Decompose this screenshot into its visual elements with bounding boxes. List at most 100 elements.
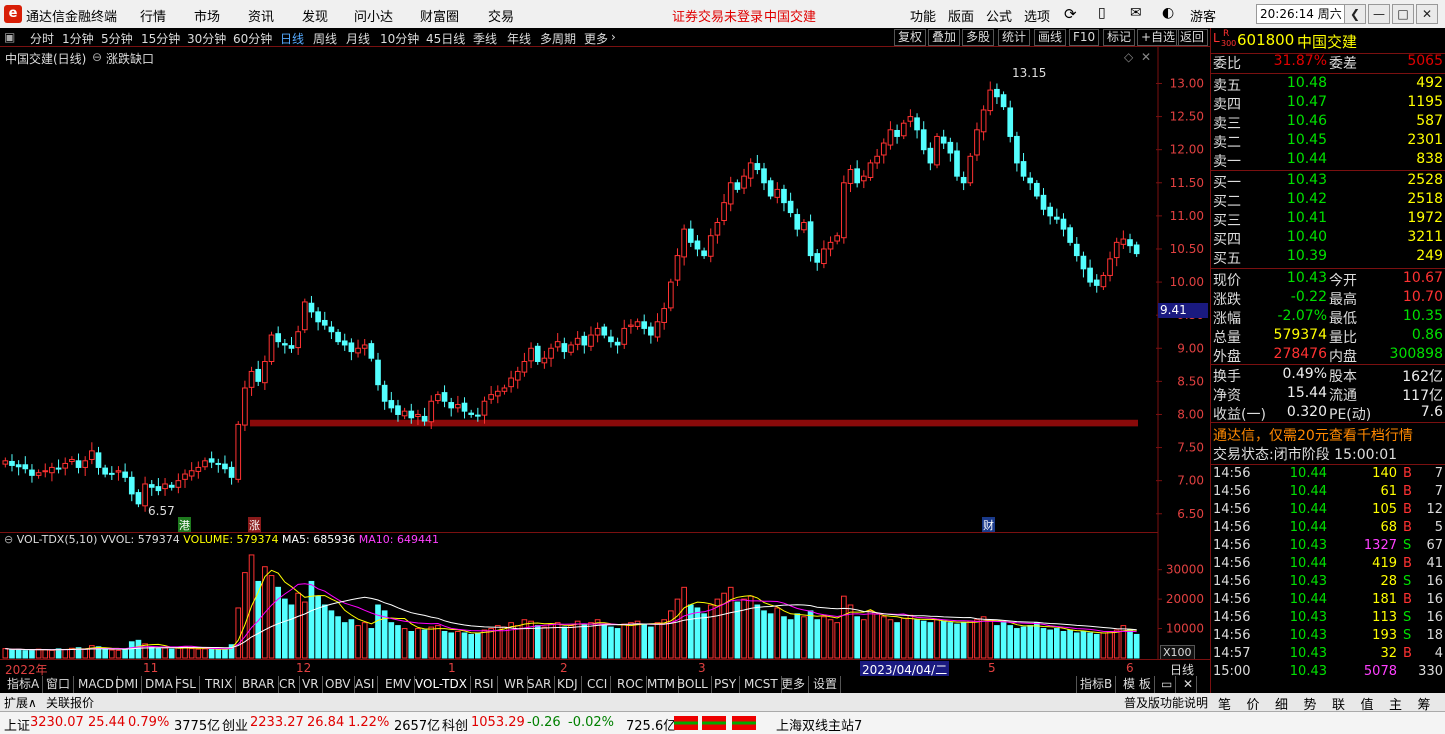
- mail-icon[interactable]: ✉: [1130, 5, 1142, 21]
- asks-row[interactable]: 卖一 10.44 838: [1211, 151, 1445, 170]
- template-tab[interactable]: 模 板: [1120, 676, 1155, 693]
- tool-duogu[interactable]: 多股: [962, 29, 995, 46]
- period-1min[interactable]: 1分钟: [62, 30, 94, 47]
- help-link[interactable]: 普及版功能说明: [1124, 694, 1208, 711]
- indicator-tab-5[interactable]: FSL: [172, 676, 200, 693]
- indicator-tab-1[interactable]: 窗口: [43, 676, 75, 693]
- ad-banner[interactable]: 通达信，仅需20元查看千档行情: [1211, 425, 1445, 444]
- tool-diejia[interactable]: 叠加: [928, 29, 961, 46]
- chevron-right-icon[interactable]: ›: [611, 30, 616, 44]
- close-panel-icon[interactable]: ✕: [1141, 50, 1151, 64]
- menu-gongshi[interactable]: 公式: [986, 6, 1012, 25]
- server-name[interactable]: 上海双线主站7: [776, 715, 862, 734]
- period-10min[interactable]: 10分钟: [380, 30, 419, 47]
- tool-fuquan[interactable]: 复权: [894, 29, 927, 46]
- chart-settings-icon[interactable]: ⊖: [92, 50, 102, 64]
- period-monthly[interactable]: 月线: [346, 30, 370, 47]
- indicator-tab-18[interactable]: CCI: [584, 676, 612, 693]
- tool-huaxian[interactable]: 画线: [1034, 29, 1067, 46]
- tool-fanhui[interactable]: 返回: [1176, 29, 1209, 46]
- tool-f10[interactable]: F10: [1069, 29, 1100, 46]
- period-30min[interactable]: 30分钟: [187, 30, 226, 47]
- kline-chart[interactable]: 13.0012.5012.0011.5011.0010.5010.009.509…: [0, 47, 1210, 676]
- menu-jiaoyi[interactable]: 交易: [488, 6, 514, 25]
- asks-row[interactable]: 卖二 10.45 2301: [1211, 132, 1445, 151]
- menu-gongneng[interactable]: 功能: [910, 6, 936, 25]
- tool-zixuan[interactable]: +自选: [1137, 29, 1180, 46]
- mobile-icon[interactable]: ▯: [1098, 5, 1106, 21]
- period-5min[interactable]: 5分钟: [101, 30, 133, 47]
- period-multi[interactable]: 多周期: [540, 30, 576, 47]
- period-60min[interactable]: 60分钟: [233, 30, 272, 47]
- indicator-tab-7[interactable]: BRAR: [239, 676, 279, 693]
- indicator-tab-16[interactable]: SAR: [524, 676, 556, 693]
- indicator-tab-14[interactable]: RSI: [471, 676, 498, 693]
- period-15min[interactable]: 15分钟: [141, 30, 180, 47]
- menu-xuanxiang[interactable]: 选项: [1024, 6, 1050, 25]
- user-name[interactable]: 游客: [1190, 6, 1216, 25]
- asks-row[interactable]: 卖四 10.47 1195: [1211, 94, 1445, 113]
- volume-settings-icon[interactable]: ⊖: [4, 533, 13, 546]
- cy-label[interactable]: 创业: [222, 715, 248, 734]
- bids-row[interactable]: 买一 10.43 2528: [1211, 172, 1445, 191]
- period-45day[interactable]: 45日线: [426, 30, 465, 47]
- menu-caifuquan[interactable]: 财富圈: [420, 6, 459, 25]
- period-daily[interactable]: 日线: [280, 30, 304, 47]
- skin-icon[interactable]: ◐: [1162, 5, 1174, 21]
- maximize-button[interactable]: □: [1392, 4, 1414, 24]
- indicator-b-tab[interactable]: 指标B: [1076, 676, 1117, 693]
- pin-icon[interactable]: ✕: [1180, 676, 1198, 693]
- login-status[interactable]: 证券交易未登录: [672, 6, 763, 25]
- expand-button[interactable]: 扩展∧: [4, 694, 37, 711]
- kline-chart-area[interactable]: 13.0012.5012.0011.5011.0010.5010.009.509…: [0, 47, 1210, 678]
- minimize-button[interactable]: —: [1368, 4, 1390, 24]
- tool-biaoji[interactable]: 标记: [1103, 29, 1136, 46]
- layout-icon[interactable]: ▭: [1158, 676, 1177, 693]
- indicator-tab-19[interactable]: ROC: [614, 676, 648, 693]
- period-fenshi[interactable]: 分时: [30, 30, 54, 47]
- menu-faxian[interactable]: 发现: [302, 6, 328, 25]
- indicator-tab-25[interactable]: 设置: [810, 676, 842, 693]
- indicator-tab-13[interactable]: VOL-TDX: [412, 676, 471, 693]
- indicator-tab-12[interactable]: EMV: [382, 676, 416, 693]
- period-quarter[interactable]: 季线: [473, 30, 497, 47]
- indicator-tab-17[interactable]: KDJ: [554, 676, 582, 693]
- back-button[interactable]: ❮: [1344, 4, 1366, 24]
- marker-gang[interactable]: 港: [178, 517, 191, 533]
- tool-tongji[interactable]: 统计: [998, 29, 1031, 46]
- indicator-tab-3[interactable]: DMI: [112, 676, 143, 693]
- menu-wenxiaoda[interactable]: 问小达: [354, 6, 393, 25]
- related-quote-link[interactable]: 关联报价: [46, 694, 94, 711]
- menu-zixun[interactable]: 资讯: [248, 6, 274, 25]
- login-stock[interactable]: 中国交建: [764, 6, 816, 25]
- indicator-tab-11[interactable]: ASI: [352, 676, 379, 693]
- bids-row[interactable]: 买五 10.39 249: [1211, 248, 1445, 267]
- bids-row[interactable]: 买二 10.42 2518: [1211, 191, 1445, 210]
- sh-label[interactable]: 上证: [4, 715, 30, 734]
- indicator-tab-22[interactable]: PSY: [711, 676, 741, 693]
- collapse-icon[interactable]: ▣: [4, 30, 15, 44]
- marker-cai[interactable]: 财: [982, 517, 995, 533]
- marker-zhang[interactable]: 涨: [248, 517, 261, 533]
- indicator-tab-6[interactable]: TRIX: [202, 676, 237, 693]
- kc-label[interactable]: 科创: [442, 715, 468, 734]
- bids-row[interactable]: 买三 10.41 1972: [1211, 210, 1445, 229]
- bids-row[interactable]: 买四 10.40 3211: [1211, 229, 1445, 248]
- indicator-tab-23[interactable]: MCST: [741, 676, 782, 693]
- period-more[interactable]: 更多: [584, 30, 608, 47]
- indicator-tab-0[interactable]: 指标A: [4, 676, 44, 693]
- indicator-tab-21[interactable]: BOLL: [674, 676, 712, 693]
- refresh-icon[interactable]: ⟳: [1064, 5, 1077, 23]
- indicator-tab-9[interactable]: VR: [299, 676, 323, 693]
- indicator-tab-8[interactable]: CR: [276, 676, 300, 693]
- indicator-tab-10[interactable]: OBV: [322, 676, 355, 693]
- indicator-tab-24[interactable]: 更多: [778, 676, 810, 693]
- period-year[interactable]: 年线: [507, 30, 531, 47]
- diamond-icon[interactable]: ◇: [1124, 50, 1133, 64]
- asks-row[interactable]: 卖三 10.46 587: [1211, 113, 1445, 132]
- menu-banmian[interactable]: 版面: [948, 6, 974, 25]
- ad-text[interactable]: 通达信，仅需20元查看千档行情: [1213, 425, 1413, 445]
- menu-hangqing[interactable]: 行情: [140, 6, 166, 25]
- asks-row[interactable]: 卖五 10.48 492: [1211, 75, 1445, 94]
- menu-shichang[interactable]: 市场: [194, 6, 220, 25]
